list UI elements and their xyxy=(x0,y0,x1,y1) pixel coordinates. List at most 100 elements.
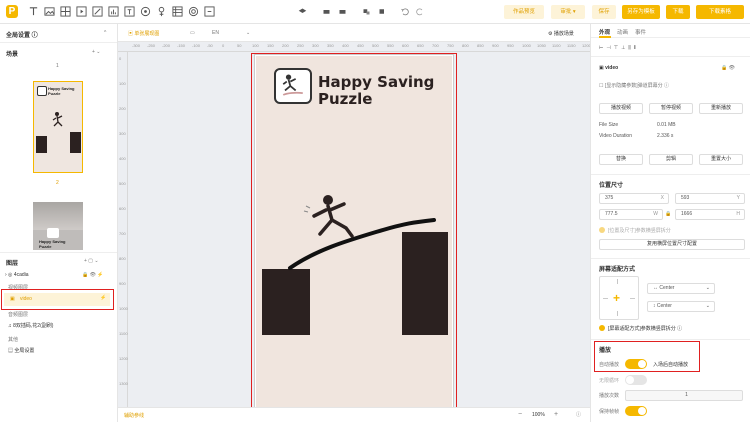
replay-button[interactable]: 重新播放 xyxy=(699,103,743,114)
file-size-label: File Size xyxy=(599,122,619,128)
video-icon[interactable] xyxy=(76,6,87,17)
palette-icon[interactable] xyxy=(140,6,151,17)
zoom-out-button[interactable]: − xyxy=(518,411,522,418)
lock-eye-icons[interactable]: 🔒 👁 xyxy=(721,65,735,71)
highlight-autoplay xyxy=(594,341,700,372)
h-input[interactable]: 1666 H xyxy=(675,209,745,220)
font-icon[interactable] xyxy=(124,6,135,17)
group-other-label: 其他 xyxy=(8,337,19,343)
review-button[interactable]: 审批 ▾ xyxy=(551,5,585,19)
layers-icon[interactable] xyxy=(298,6,307,17)
add-layer-icon[interactable]: + ▢ ⌄ xyxy=(84,258,99,264)
view-mode-toggle[interactable]: ▣ 单张展现图 xyxy=(128,30,159,37)
w-input[interactable]: 777.5 W xyxy=(599,209,663,220)
chart-icon[interactable] xyxy=(108,6,119,17)
grid-icon[interactable] xyxy=(60,6,71,17)
ruler-left-tick: 0 xyxy=(119,56,122,61)
tab-animation[interactable]: 动画 xyxy=(617,28,628,36)
guides-toggle[interactable]: 辅助参线 xyxy=(124,412,144,419)
loop-toggle[interactable] xyxy=(625,375,647,385)
canvas-bottom-bar: 辅助参线 − 100% + ⓘ xyxy=(118,407,590,422)
ruler-top-tick: -100 xyxy=(192,43,201,48)
ruler-top-tick: 1150 xyxy=(567,43,576,48)
works-preview-button[interactable]: 作品预览 xyxy=(504,5,544,19)
distribute-icon[interactable] xyxy=(338,6,347,17)
tab-appearance[interactable]: 外观 xyxy=(599,28,610,36)
align-tools-icon[interactable]: ⊢⊣⊤⊥⫼⫴ xyxy=(599,45,639,51)
help-icon[interactable]: ⓘ xyxy=(576,411,581,418)
frame-icon[interactable] xyxy=(204,6,215,17)
layer-root[interactable]: › ◎ 4cadia xyxy=(5,272,29,278)
ruler-top-tick: 350 xyxy=(327,43,334,48)
global-setting-layer-row[interactable]: ▤ 全局设置 xyxy=(8,347,34,354)
ruler-left-tick: 500 xyxy=(119,181,126,186)
align-icon[interactable] xyxy=(322,6,331,17)
ruler-top-tick: 500 xyxy=(372,43,379,48)
ruler-top-tick: 950 xyxy=(507,43,514,48)
highlight-video-layer xyxy=(1,289,114,310)
thumb-figure xyxy=(52,112,63,127)
effect-icon[interactable] xyxy=(156,6,167,17)
layers-title: 图层 xyxy=(6,261,19,267)
table-icon[interactable] xyxy=(172,6,183,17)
y-input[interactable]: 593 Y xyxy=(675,193,745,204)
tab-events[interactable]: 事件 xyxy=(635,28,646,36)
collapse-icon[interactable]: ^ xyxy=(104,30,106,36)
text-icon[interactable] xyxy=(28,6,39,17)
pause-video-button[interactable]: 暂停视频 xyxy=(649,103,693,114)
save-button[interactable]: 保存 xyxy=(592,5,616,19)
scene-thumbnail-2[interactable]: Happy Saving Puzzle xyxy=(33,202,83,250)
ruler-left-tick: 600 xyxy=(119,206,126,211)
file-size-value: 0.01 MB xyxy=(657,122,676,128)
replace-button[interactable]: 替换 xyxy=(599,154,643,165)
keep-frame-toggle[interactable] xyxy=(625,406,647,416)
crop-button[interactable]: 剪辑 xyxy=(649,154,693,165)
fit-split-checkbox[interactable] xyxy=(599,325,605,331)
download-button[interactable]: 下载 xyxy=(666,5,690,19)
app-logo[interactable]: P xyxy=(6,5,18,18)
device-icon[interactable]: ▭ xyxy=(190,30,195,36)
zoom-level[interactable]: 100% xyxy=(532,412,545,418)
resize-button[interactable]: 重置大小 xyxy=(699,154,743,165)
save-as-template-button[interactable]: 另存为模板 xyxy=(622,5,660,19)
ruler-top-tick: 50 xyxy=(237,43,242,48)
redo-icon[interactable] xyxy=(416,6,425,17)
ruler-top-tick: 0 xyxy=(222,43,225,48)
download-format-button[interactable]: 下载素格 xyxy=(696,5,744,19)
show-hidden-row[interactable]: ☐ [显示隐藏参数]弹道屏幕分 ⓘ xyxy=(599,82,669,89)
ruler-top-tick: 750 xyxy=(447,43,454,48)
pos-split-checkbox[interactable] xyxy=(599,227,605,233)
group-icon[interactable] xyxy=(362,6,371,17)
audio-layer-row[interactable]: ♫ 8双插码,花2(副刷) xyxy=(8,322,53,329)
reuse-landscape-button[interactable]: 复用横屏位置尺寸配置 xyxy=(599,239,745,250)
ratio-lock-icon[interactable]: 🔒 xyxy=(665,211,671,217)
duration-value: 2.336 s xyxy=(657,133,674,139)
horizontal-align-select[interactable]: ↔ Center ⌄ xyxy=(647,283,715,294)
ruler-top-tick: 1000 xyxy=(522,43,531,48)
add-scene-icon[interactable]: + ⌄ xyxy=(92,49,101,55)
layer-root-label: 4cadia xyxy=(13,272,29,278)
global-settings-title[interactable]: 全局设置 ⓘ xyxy=(6,30,38,39)
lang-chevron-icon[interactable]: ⌄ xyxy=(246,30,250,36)
top-toolbar: P 作品预览 审批 ▾ 保存 另存为模板 下载 下载素格 xyxy=(0,0,750,24)
copy-icon[interactable] xyxy=(378,6,387,17)
layer-name-row: ▣ video xyxy=(599,65,619,71)
lang-select[interactable]: EN xyxy=(212,30,219,36)
play-scene-button[interactable]: ⚙ 播放场景 xyxy=(548,30,574,37)
vertical-align-select[interactable]: ↕ Center ⌄ xyxy=(647,301,715,312)
layer-root-controls[interactable]: 🔒 👁 ⚡ xyxy=(82,272,104,278)
ruler-left-tick: 1000 xyxy=(119,306,128,311)
zoom-in-button[interactable]: + xyxy=(554,411,558,418)
group-audio-label: 音频图层 xyxy=(8,312,29,318)
image-icon[interactable] xyxy=(44,6,55,17)
ruler-left-tick: 800 xyxy=(119,256,126,261)
at-icon[interactable] xyxy=(188,6,199,17)
times-input[interactable]: 1 xyxy=(625,390,743,401)
scene-thumbnail-1[interactable]: Happy Saving Puzzle xyxy=(33,81,83,173)
anchor-picker[interactable]: + | | — — xyxy=(599,276,639,320)
pos-split-label: [位置及尺寸]参数横竖屏拆分 xyxy=(608,228,671,234)
play-video-button[interactable]: 播放视频 xyxy=(599,103,643,114)
shape-icon[interactable] xyxy=(92,6,103,17)
undo-icon[interactable] xyxy=(400,6,409,17)
x-input[interactable]: 375 X xyxy=(599,193,669,204)
